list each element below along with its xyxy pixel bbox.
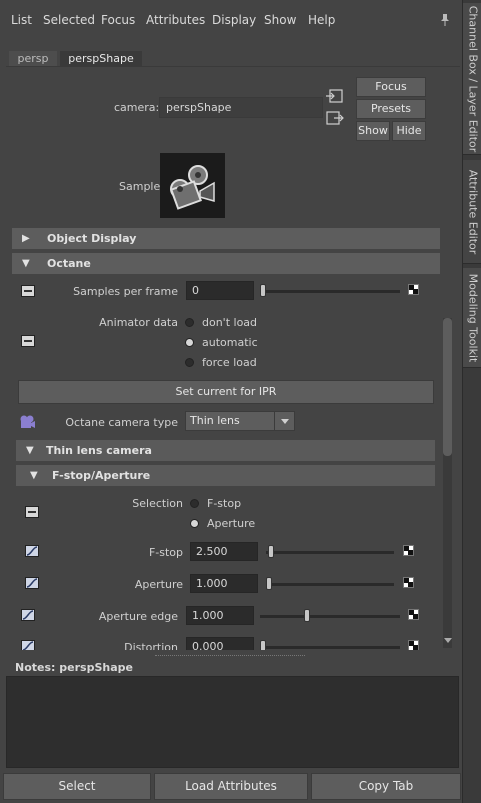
samples-per-frame-label: Samples per frame [73,285,178,298]
tab-modeling-toolkit[interactable]: Modeling Toolkit [463,268,481,368]
load-attributes-button[interactable]: Load Attributes [154,773,308,800]
sample-label: Sample [119,180,161,193]
tab-perspShape[interactable]: perspShape [60,51,142,67]
focus-button[interactable]: Focus [356,77,426,97]
camera-swatch-icon [170,165,215,210]
hide-button[interactable]: Hide [392,121,426,141]
aperture-edge-label: Aperture edge [98,610,178,623]
output-connection-icon[interactable] [326,111,344,125]
sample-swatch[interactable] [160,153,225,218]
octane-header[interactable]: ▼ Octane [12,253,440,274]
aperture-edge-field[interactable]: 1.000 [186,606,254,625]
menu-display[interactable]: Display [212,13,256,27]
aperture-label: Aperture [134,578,183,591]
scrollbar-thumb[interactable] [443,318,452,456]
keyable-toggle-icon[interactable] [21,335,35,347]
selection-option-label: Aperture [207,517,256,530]
aperture-slider[interactable] [266,577,272,590]
aperture-edge-slider[interactable] [304,609,310,622]
menu-list[interactable]: List [11,13,32,27]
input-connection-icon[interactable] [326,89,344,103]
menu-help[interactable]: Help [308,13,335,27]
tab-attribute-editor[interactable]: Attribute Editor [463,160,481,264]
notes-label: Notes: perspShape [15,661,133,674]
animation-curve-icon[interactable] [21,640,35,650]
pin-icon[interactable] [440,14,450,26]
map-button-icon[interactable] [408,609,419,620]
tab-persp[interactable]: persp [9,51,57,67]
show-button[interactable]: Show [356,121,390,141]
animator-option-label: automatic [202,336,258,349]
animator-radio-automatic[interactable] [185,338,194,347]
samples-per-frame-slider[interactable] [260,284,266,297]
fstop-track [266,551,394,554]
camera-label: camera: [114,101,160,114]
selection-radio-aperture[interactable] [190,519,199,528]
map-button-icon[interactable] [408,284,419,295]
animation-curve-icon[interactable] [25,577,39,589]
set-current-ipr-button[interactable]: Set current for IPR [18,380,434,404]
menu-selected[interactable]: Selected [43,13,95,27]
animator-option-label: don't load [202,316,258,329]
aperture-field[interactable]: 1.000 [190,574,258,593]
scroll-down-arrow-icon[interactable] [444,638,452,643]
fstop-field[interactable]: 2.500 [190,542,258,561]
tab-underline [6,66,460,67]
side-tab-strip: Channel Box / Layer Editor Attribute Edi… [462,0,481,803]
object-display-header[interactable]: ▶ Object Display [12,228,440,249]
chevron-down-icon [274,412,294,430]
fstop-aperture-header[interactable]: ▼ F-stop/Aperture [16,465,435,486]
animator-data-label: Animator data [99,316,178,329]
camera-type-icon [20,415,35,428]
expanded-arrow-icon: ▼ [22,258,30,269]
octane-camera-type-label: Octane camera type [65,416,178,429]
copy-tab-button[interactable]: Copy Tab [311,773,461,800]
keyable-toggle-icon[interactable] [21,285,35,297]
octane-camera-type-dropdown[interactable]: Thin lens [185,411,295,431]
fstop-slider[interactable] [268,545,274,558]
animator-radio-force-load[interactable] [185,358,194,367]
notes-textarea[interactable] [6,676,459,768]
animation-curve-icon[interactable] [21,609,35,621]
collapsed-arrow-icon: ▶ [22,233,30,244]
menu-show[interactable]: Show [264,13,296,27]
tab-channel-box[interactable]: Channel Box / Layer Editor [463,3,481,155]
selection-option-label: F-stop [207,497,242,510]
map-button-icon[interactable] [403,577,414,588]
animation-curve-icon[interactable] [25,545,39,557]
samples-per-frame-track [260,290,400,293]
animator-radio-dont-load[interactable] [185,318,194,327]
animator-option-label: force load [202,356,257,369]
map-button-icon[interactable] [408,640,419,650]
expanded-arrow-icon: ▼ [30,470,38,481]
aperture-track [266,583,394,586]
menu-focus[interactable]: Focus [101,13,135,27]
aperture-edge-track [260,615,400,618]
samples-per-frame-field[interactable]: 0 [186,281,254,300]
selection-radio-fstop[interactable] [190,499,199,508]
keyable-toggle-icon[interactable] [25,506,39,518]
camera-field[interactable]: perspShape [159,97,323,118]
attribute-panel: ▶ Object Display ▼ Octane Samples per fr… [10,225,453,650]
select-button[interactable]: Select [3,773,151,800]
pane-splitter[interactable] [155,655,305,657]
presets-button[interactable]: Presets [356,99,426,119]
thin-lens-camera-header[interactable]: ▼ Thin lens camera [16,440,435,461]
distortion-slider[interactable] [260,640,266,650]
selection-label: Selection [132,497,183,510]
distortion-label: Distortion [124,641,178,650]
menu-bar: List Selected Focus Attributes Display S… [0,0,462,40]
distortion-field[interactable]: 0.000 [186,637,254,650]
map-button-icon[interactable] [403,545,414,556]
menu-attributes[interactable]: Attributes [146,13,205,27]
expanded-arrow-icon: ▼ [26,445,34,456]
fstop-label: F-stop [148,546,183,559]
distortion-track [260,646,400,649]
